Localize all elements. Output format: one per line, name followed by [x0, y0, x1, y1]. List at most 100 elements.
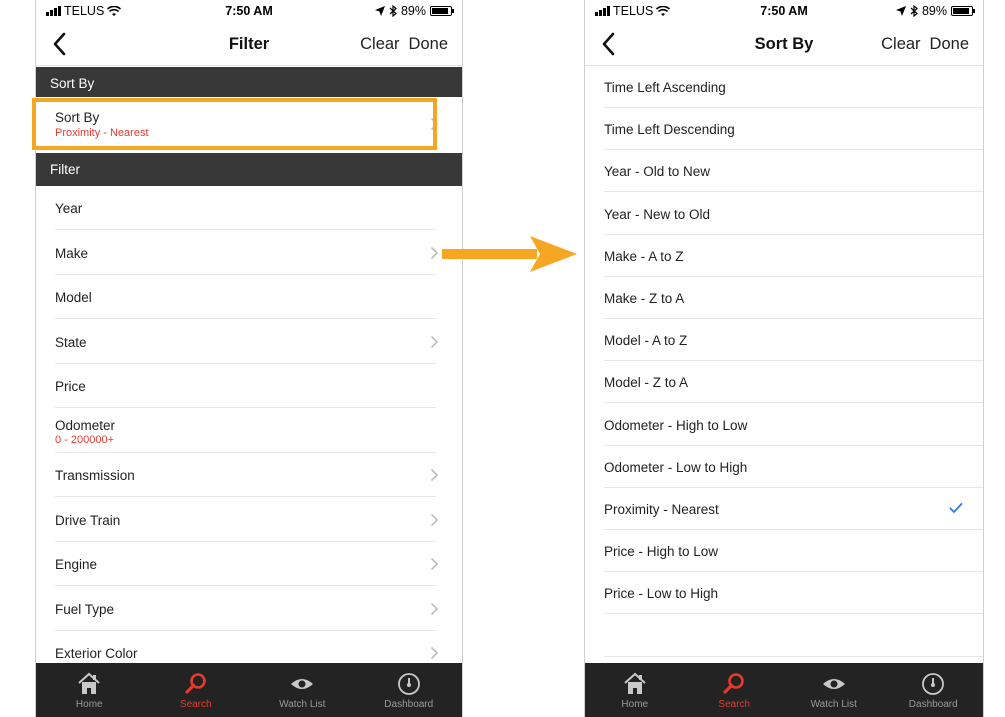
- sort-option-label: Make - A to Z: [604, 248, 684, 264]
- filter-row-engine[interactable]: Engine: [36, 542, 462, 586]
- sort-option-label: Model - Z to A: [604, 375, 689, 391]
- tab-label: Search: [718, 699, 751, 710]
- filter-label: Year: [55, 201, 83, 216]
- filter-label: Engine: [55, 557, 98, 572]
- chevron-right-icon: [430, 602, 439, 615]
- tab-search[interactable]: Search: [143, 663, 250, 717]
- chevron-right-icon: [430, 246, 439, 259]
- sort-option[interactable]: Time Left Descending: [585, 108, 983, 151]
- section-header-sort: Sort By: [36, 67, 462, 97]
- sort-option[interactable]: Odometer - High to Low: [585, 404, 983, 446]
- filter-row-drive-train[interactable]: Drive Train: [36, 498, 462, 542]
- sort-option-label: Odometer - High to Low: [604, 417, 748, 433]
- eye-icon: [291, 679, 314, 689]
- sort-option[interactable]: Year - New to Old: [585, 193, 983, 235]
- search-icon: [185, 673, 206, 694]
- filter-row-transmission[interactable]: Transmission: [36, 453, 462, 497]
- nav-bar: Filter Clear Done: [36, 22, 462, 66]
- battery-percent: 89%: [921, 4, 947, 18]
- sort-option-label: Proximity - Nearest: [604, 502, 719, 517]
- bluetooth-icon: [910, 5, 918, 17]
- tab-label: Search: [179, 699, 212, 710]
- chevron-right-icon: [430, 335, 439, 348]
- sort-option-label: Time Left Descending: [604, 122, 735, 138]
- chevron-right-icon: [430, 646, 439, 660]
- filter-row-year[interactable]: Year: [36, 186, 462, 230]
- filter-label: Drive Train: [55, 512, 121, 528]
- status-bar: TELUS 7:50 AM 89%: [585, 0, 983, 22]
- home-icon: [78, 672, 100, 694]
- location-icon: [374, 6, 385, 16]
- section-header-filter: Filter: [36, 153, 462, 186]
- home-icon: [624, 672, 646, 694]
- filter-row-odometer[interactable]: Odometer 0 - 200000+: [36, 409, 462, 453]
- highlight-box: [32, 98, 437, 150]
- sort-option-label: Year - New to Old: [604, 206, 711, 222]
- sort-option[interactable]: Price - Low to High: [585, 572, 983, 615]
- sort-option-label: Price - Low to High: [604, 586, 719, 602]
- chevron-right-icon: [430, 513, 439, 526]
- filter-label: Transmission: [55, 468, 135, 483]
- clear-button[interactable]: Clear: [360, 35, 399, 54]
- filter-label: Exterior Color: [55, 646, 138, 661]
- tab-label: Dashboard: [384, 699, 434, 710]
- sort-option[interactable]: Year - Old to New: [585, 150, 983, 193]
- sort-option[interactable]: Odometer - Low to High: [585, 446, 983, 488]
- speedometer-icon: [397, 673, 420, 695]
- sort-option[interactable]: Price - High to Low: [585, 530, 983, 573]
- sort-option[interactable]: Model - Z to A: [585, 361, 983, 404]
- divider: [604, 655, 983, 657]
- empty-row: [585, 615, 983, 657]
- done-button[interactable]: Done: [409, 35, 448, 54]
- sort-option-label: Price - High to Low: [604, 544, 719, 560]
- speedometer-icon: [922, 673, 945, 695]
- clear-button[interactable]: Clear: [881, 35, 920, 54]
- filter-row-fuel-type[interactable]: Fuel Type: [36, 587, 462, 631]
- tab-label: Watch List: [279, 699, 326, 710]
- battery-percent: 89%: [400, 4, 426, 18]
- location-icon: [895, 6, 906, 16]
- filter-row-make[interactable]: Make: [36, 231, 462, 275]
- filter-row-price[interactable]: Price: [36, 364, 462, 408]
- filter-label: State: [55, 334, 87, 350]
- tab-search[interactable]: Search: [685, 663, 785, 717]
- arrow-right-icon: [442, 236, 577, 272]
- tab-bar: Home Search Watch List Dashboard: [585, 663, 983, 717]
- chevron-right-icon: [430, 468, 439, 482]
- tab-label: Home: [75, 699, 103, 710]
- filter-label: Odometer: [55, 417, 116, 433]
- tab-dashboard[interactable]: Dashboard: [884, 663, 984, 717]
- sort-option-label: Year - Old to New: [604, 164, 711, 180]
- battery-icon: [430, 6, 454, 16]
- search-icon: [723, 673, 745, 694]
- filter-value: 0 - 200000+: [55, 433, 115, 446]
- filter-label: Make: [55, 245, 89, 261]
- sort-option[interactable]: Model - A to Z: [585, 319, 983, 362]
- done-button[interactable]: Done: [930, 35, 969, 54]
- sort-option[interactable]: Make - Z to A: [585, 277, 983, 319]
- tab-home[interactable]: Home: [36, 663, 143, 717]
- sort-option[interactable]: Time Left Ascending: [585, 66, 983, 108]
- sort-option-label: Odometer - Low to High: [604, 459, 748, 475]
- tab-label: Dashboard: [908, 699, 958, 710]
- chevron-right-icon: [430, 557, 439, 571]
- filter-label: Model: [55, 290, 92, 305]
- battery-icon: [951, 6, 975, 16]
- tab-dashboard[interactable]: Dashboard: [356, 663, 463, 717]
- sort-option[interactable]: Make - A to Z: [585, 235, 983, 277]
- tab-home[interactable]: Home: [585, 663, 685, 717]
- tab-watch-list[interactable]: Watch List: [784, 663, 884, 717]
- nav-bar: Sort By Clear Done: [585, 22, 983, 66]
- status-bar: TELUS 7:50 AM 89%: [36, 0, 462, 22]
- filter-row-state[interactable]: State: [36, 320, 462, 364]
- sort-by-screen: TELUS 7:50 AM 89% Sort By Clear Done Tim…: [584, 0, 984, 717]
- sort-option-label: Make - Z to A: [604, 291, 685, 306]
- sort-option[interactable]: Proximity - Nearest: [585, 488, 983, 530]
- tab-watch-list[interactable]: Watch List: [249, 663, 356, 717]
- filter-row-model[interactable]: Model: [36, 275, 462, 319]
- filter-label: Price: [55, 379, 86, 394]
- bluetooth-icon: [389, 5, 397, 17]
- tab-label: Watch List: [810, 699, 857, 710]
- eye-icon: [822, 679, 845, 689]
- checkmark-icon: [949, 503, 963, 514]
